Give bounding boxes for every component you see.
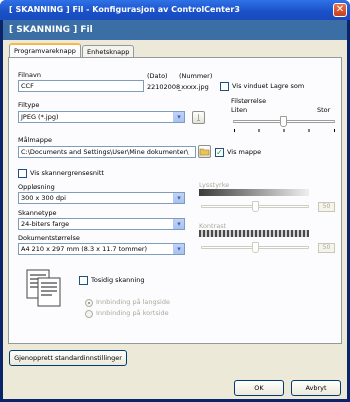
number-label: (Nummer) (179, 72, 213, 80)
resolution-value: 300 x 300 dpi (21, 194, 66, 202)
resolution-select[interactable]: 300 x 300 dpi ▾ (18, 192, 185, 204)
chevron-down-icon: ▾ (173, 112, 184, 122)
filesize-min-label: Liten (231, 106, 248, 114)
title-bar: [ SKANNING ] Fil - Konfigurasjon av Cont… (0, 0, 350, 20)
brightness-slider-thumb[interactable] (252, 201, 259, 212)
show-save-as-label: Vis vinduet Lagre som (232, 82, 305, 90)
filetype-select[interactable]: JPEG (*.jpg) ▾ (18, 111, 185, 123)
close-button[interactable]: ✕ (333, 3, 347, 17)
destination-folder-input[interactable]: C:\Documents and Settings\User\Mine doku… (18, 146, 196, 158)
brightness-value[interactable]: 50 (318, 202, 335, 212)
resolution-label: Oppløsning (18, 183, 55, 191)
document-size-select[interactable]: A4 210 x 297 mm (8.3 x 11.7 tommer) ▾ (18, 243, 185, 255)
scan-type-value: 24-biters farge (21, 220, 70, 228)
filetype-value: JPEG (*.jpg) (21, 113, 59, 121)
restore-defaults-button[interactable]: Gjenopprett standardinnstillinger (9, 350, 127, 366)
show-save-as-checkbox[interactable] (220, 82, 229, 91)
browse-folder-button[interactable] (198, 145, 211, 158)
show-scanner-interface-label: Vis skannergrensesnitt (30, 169, 104, 177)
filetype-label: Filtype (18, 101, 40, 109)
number-value: _xxxx.jpg (178, 83, 209, 91)
file-options-button[interactable] (192, 111, 205, 124)
duplex-document-icon (26, 269, 61, 307)
banner-title: [ SKANNING ] Fil (3, 20, 347, 40)
ok-button[interactable]: OK (234, 380, 284, 396)
show-folder-label: Vis mappe (227, 148, 262, 156)
chevron-down-icon: ▾ (173, 193, 184, 203)
tab-software-button[interactable]: Programvareknapp (9, 43, 81, 57)
help-icon (197, 114, 200, 121)
contrast-slider-thumb[interactable] (252, 242, 259, 253)
show-folder-checkbox[interactable]: ✓ (215, 148, 224, 157)
brightness-gradient (199, 189, 309, 196)
filename-input[interactable]: CCF (18, 80, 144, 92)
brightness-label: Lysstyrke (199, 181, 230, 189)
scan-type-label: Skannetype (18, 209, 57, 217)
chevron-down-icon: ▾ (173, 244, 184, 254)
chevron-down-icon: ▾ (173, 219, 184, 229)
filesize-label: Filstørrelse (231, 97, 267, 105)
show-scanner-interface-checkbox[interactable] (18, 169, 27, 178)
contrast-value[interactable]: 50 (318, 243, 335, 253)
binding-short-edge-label: Innbinding på kortside (96, 309, 169, 317)
filename-label: Filnavn (18, 71, 41, 79)
document-size-label: Dokumentstørrelse (18, 234, 80, 242)
scan-type-select[interactable]: 24-biters farge ▾ (18, 218, 185, 230)
filesize-slider-thumb[interactable] (280, 116, 287, 127)
contrast-label: Kontrast (199, 222, 227, 230)
filesize-max-label: Stor (317, 106, 331, 114)
date-label: (Dato) (147, 72, 168, 80)
settings-panel: Filnavn CCF (Dato) (Nummer) 22102008 _xx… (8, 57, 342, 344)
window-title: [ SKANNING ] Fil - Konfigurasjon av Cont… (9, 5, 240, 14)
binding-long-edge-label: Innbinding på langside (96, 298, 170, 306)
duplex-checkbox[interactable] (79, 276, 88, 285)
destination-label: Målmappe (18, 136, 52, 144)
folder-icon (199, 148, 210, 156)
cancel-button[interactable]: Avbryt (291, 380, 341, 396)
contrast-pattern (199, 230, 309, 237)
binding-long-edge-radio[interactable] (85, 299, 93, 307)
document-size-value: A4 210 x 297 mm (8.3 x 11.7 tommer) (21, 245, 148, 253)
binding-short-edge-radio[interactable] (85, 310, 93, 318)
filesize-ticks (234, 129, 335, 132)
close-icon: ✕ (335, 4, 345, 15)
date-value: 22102008 (147, 83, 181, 91)
check-icon: ✓ (216, 148, 223, 157)
dialog-window: [ SKANNING ] Fil - Konfigurasjon av Cont… (0, 0, 350, 402)
dialog-body: [ SKANNING ] Fil Programvareknapp Enhets… (3, 20, 347, 399)
duplex-label: Tosidig skanning (91, 276, 145, 284)
